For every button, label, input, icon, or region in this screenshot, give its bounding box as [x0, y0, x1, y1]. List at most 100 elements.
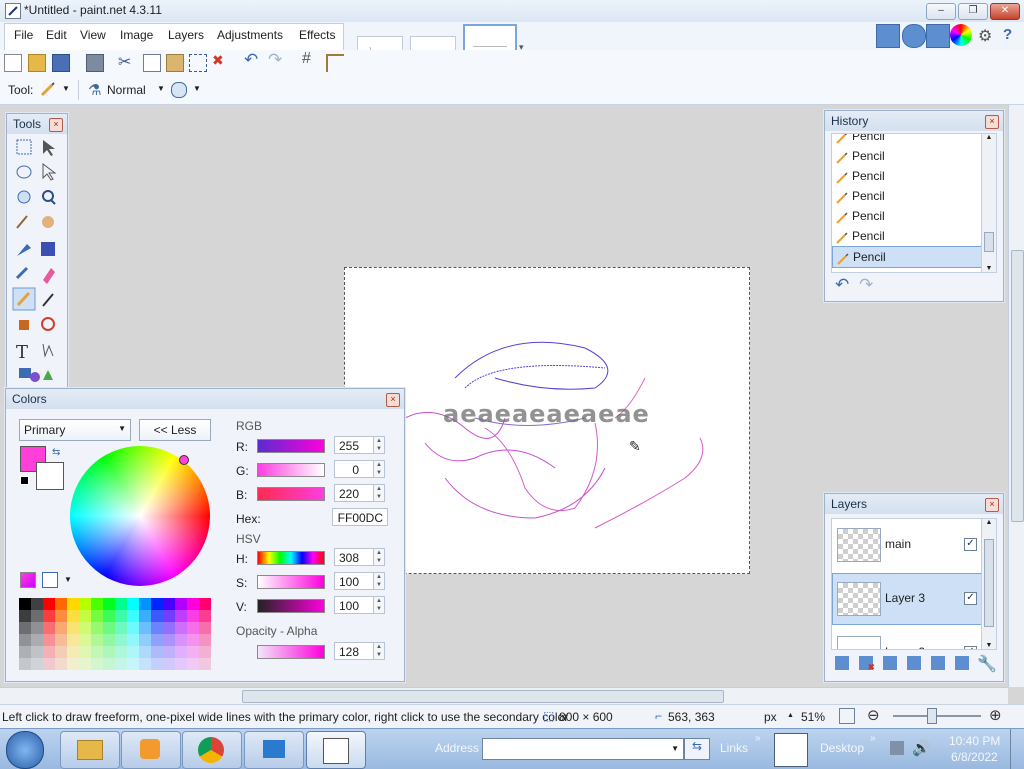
- palette-swatch[interactable]: [19, 610, 31, 622]
- tools-panel-close-icon[interactable]: ×: [49, 118, 63, 132]
- palette-swatch[interactable]: [175, 622, 187, 634]
- palette-swatch[interactable]: [19, 622, 31, 634]
- cut-icon[interactable]: ✂: [118, 52, 131, 72]
- desktop-overflow-icon[interactable]: »: [870, 733, 876, 744]
- palette-swatch[interactable]: [55, 634, 67, 646]
- palette-swatch[interactable]: [175, 646, 187, 658]
- palette-swatch[interactable]: [151, 634, 163, 646]
- g-value-input[interactable]: 0: [334, 460, 374, 478]
- palette-swatch[interactable]: [151, 622, 163, 634]
- palette-swatch[interactable]: [175, 634, 187, 646]
- palette-swatch[interactable]: [55, 610, 67, 622]
- palette-swatch[interactable]: [127, 622, 139, 634]
- palette-swatch[interactable]: [79, 634, 91, 646]
- palette-swatch[interactable]: [163, 634, 175, 646]
- palette-swatch[interactable]: [67, 646, 79, 658]
- palette-swatch[interactable]: [79, 646, 91, 658]
- h-spinner[interactable]: ▲ ▼: [373, 548, 385, 566]
- links-label[interactable]: Links: [720, 741, 748, 755]
- palette-swatch[interactable]: [91, 622, 103, 634]
- palette-options-icon[interactable]: [42, 572, 58, 588]
- close-window-button[interactable]: ✕: [990, 3, 1020, 20]
- palette-swatch[interactable]: [91, 610, 103, 622]
- tools-toggle-icon[interactable]: [876, 24, 900, 48]
- v-value-input[interactable]: 100: [334, 596, 374, 614]
- show-desktop-button[interactable]: [1010, 729, 1024, 769]
- copy-icon[interactable]: [143, 54, 161, 72]
- color-palette[interactable]: [19, 598, 211, 670]
- move-layer-down-icon[interactable]: [955, 656, 969, 670]
- palette-swatch[interactable]: [43, 598, 55, 610]
- blend-mode-dropdown-icon[interactable]: ▼: [157, 84, 165, 93]
- layer-row[interactable]: Layer 3 ✓: [832, 573, 982, 625]
- palette-swatch[interactable]: [103, 634, 115, 646]
- palette-swatch[interactable]: [31, 598, 43, 610]
- minimize-button[interactable]: –: [926, 3, 956, 20]
- palette-swatch[interactable]: [31, 646, 43, 658]
- palette-swatch[interactable]: [139, 598, 151, 610]
- h-slider[interactable]: [257, 551, 325, 565]
- delete-layer-icon[interactable]: ✖: [859, 656, 875, 672]
- palette-swatch[interactable]: [67, 598, 79, 610]
- palette-swatch[interactable]: [103, 610, 115, 622]
- layer-name[interactable]: Layer 3: [885, 591, 925, 605]
- palette-swatch[interactable]: [67, 610, 79, 622]
- palette-swatch[interactable]: [139, 610, 151, 622]
- palette-swatch[interactable]: [115, 634, 127, 646]
- color-wheel[interactable]: [70, 446, 210, 586]
- color-wheel-handle[interactable]: [179, 455, 189, 465]
- history-item[interactable]: Pencil: [832, 134, 982, 146]
- palette-swatch[interactable]: [151, 646, 163, 658]
- palette-swatch[interactable]: [103, 598, 115, 610]
- zoom-value[interactable]: 51%: [801, 710, 825, 724]
- palette-swatch[interactable]: [91, 658, 103, 670]
- palette-swatch[interactable]: [67, 622, 79, 634]
- quick-launch-paintnet-icon[interactable]: [774, 733, 808, 767]
- v-spinner[interactable]: ▲ ▼: [373, 596, 385, 614]
- menu-view[interactable]: View: [78, 28, 108, 42]
- layers-panel-close-icon[interactable]: ×: [985, 498, 999, 512]
- grid-icon[interactable]: #: [302, 50, 311, 68]
- palette-swatch[interactable]: [115, 658, 127, 670]
- merge-layer-down-icon[interactable]: [907, 656, 921, 670]
- horizontal-scrollbar[interactable]: [0, 687, 1008, 704]
- layer-properties-icon[interactable]: 🔧: [977, 654, 997, 674]
- taskbar-app[interactable]: [244, 731, 304, 769]
- add-layer-icon[interactable]: [835, 656, 849, 670]
- palette-swatch[interactable]: [139, 646, 151, 658]
- deselect-icon[interactable]: ✖: [212, 52, 224, 69]
- start-button[interactable]: [6, 731, 44, 769]
- tool-dropdown-icon[interactable]: ▼: [62, 84, 70, 93]
- help-icon[interactable]: ?: [1003, 26, 1012, 43]
- history-item[interactable]: Pencil: [832, 226, 982, 246]
- palette-swatch[interactable]: [115, 610, 127, 622]
- menu-image[interactable]: Image: [118, 28, 155, 42]
- palette-swatch[interactable]: [151, 598, 163, 610]
- palette-swatch[interactable]: [19, 646, 31, 658]
- palette-swatch[interactable]: [199, 610, 211, 622]
- palette-swatch[interactable]: [187, 610, 199, 622]
- palette-swatch[interactable]: [187, 646, 199, 658]
- palette-swatch[interactable]: [115, 622, 127, 634]
- history-item[interactable]: Pencil: [832, 166, 982, 186]
- layer-name[interactable]: Layer 2: [885, 645, 925, 649]
- palette-swatch[interactable]: [187, 622, 199, 634]
- colors-toggle-icon[interactable]: [950, 24, 972, 46]
- current-tool-pencil-icon[interactable]: [40, 81, 56, 97]
- colors-panel-close-icon[interactable]: ×: [386, 393, 400, 407]
- settings-gear-icon[interactable]: ⚙: [978, 26, 992, 46]
- palette-swatch[interactable]: [43, 658, 55, 670]
- palette-swatch[interactable]: [67, 634, 79, 646]
- palette-swatch[interactable]: [55, 622, 67, 634]
- palette-swatch[interactable]: [79, 598, 91, 610]
- palette-swatch[interactable]: [175, 658, 187, 670]
- palette-swatch[interactable]: [163, 622, 175, 634]
- palette-swatch[interactable]: [19, 634, 31, 646]
- palette-swatch[interactable]: [127, 634, 139, 646]
- b-slider[interactable]: [257, 487, 325, 501]
- paste-icon[interactable]: [166, 54, 184, 72]
- taskbar-media-player[interactable]: [121, 731, 181, 769]
- palette-swatch[interactable]: [103, 658, 115, 670]
- layer-row[interactable]: Layer 2 ✓: [832, 627, 982, 649]
- history-panel-close-icon[interactable]: ×: [985, 115, 999, 129]
